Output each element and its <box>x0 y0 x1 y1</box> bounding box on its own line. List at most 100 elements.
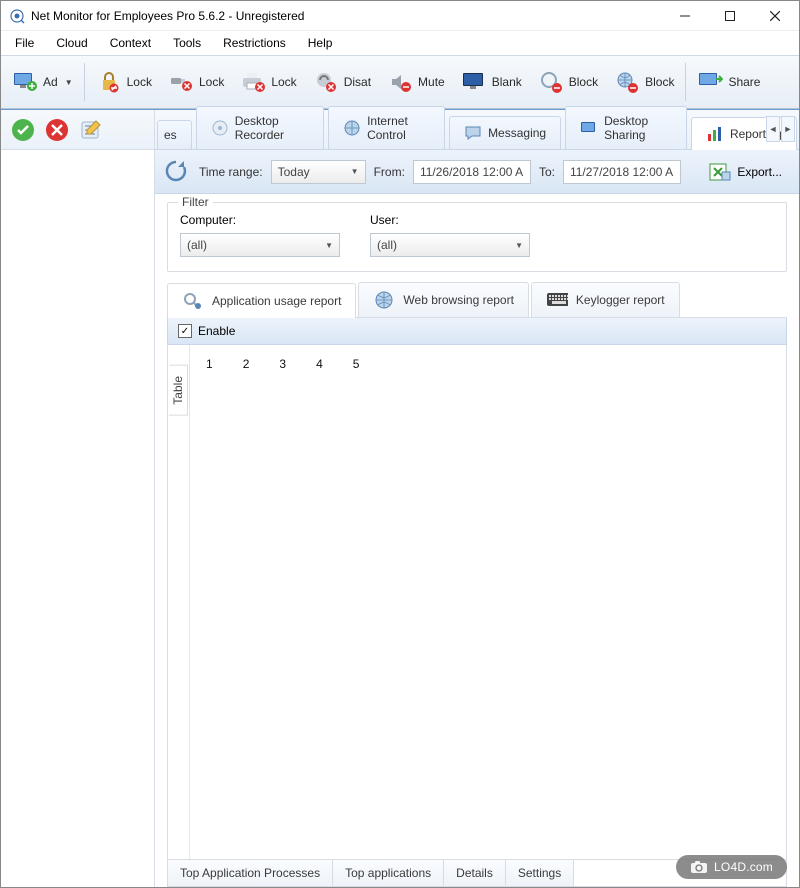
from-input[interactable]: 11/26/2018 12:00 A <box>413 160 531 184</box>
minimize-button[interactable] <box>662 2 707 30</box>
btab-top-applications[interactable]: Top applications <box>333 860 444 886</box>
toolbar-lock1-button[interactable]: Lock <box>89 64 159 100</box>
tab-scroll-left[interactable]: ◄ <box>766 116 780 142</box>
tab-scroll: ◄ ► <box>766 116 795 142</box>
accept-button[interactable] <box>9 116 37 144</box>
toolbar-lock1-label: Lock <box>127 75 152 89</box>
menubar: File Cloud Context Tools Restrictions He… <box>1 31 799 55</box>
tab-truncated-label: es <box>164 128 177 142</box>
menu-cloud[interactable]: Cloud <box>46 33 97 53</box>
tab-internet-control[interactable]: Internet Control <box>328 106 445 149</box>
tab-truncated[interactable]: es <box>157 120 192 149</box>
toolbar-lock3-button[interactable]: Lock <box>233 64 303 100</box>
tab-scroll-right[interactable]: ► <box>781 116 795 142</box>
right-panel: es Desktop Recorder Internet Control Mes… <box>155 110 799 887</box>
mute-icon <box>387 69 413 95</box>
chevron-down-icon: ▼ <box>325 241 333 250</box>
menu-file[interactable]: File <box>5 33 44 53</box>
from-label: From: <box>374 165 405 179</box>
reject-button[interactable] <box>43 116 71 144</box>
toolbar-separator <box>84 63 85 101</box>
time-range-value: Today <box>278 165 310 179</box>
table-side-tab[interactable]: Table <box>168 345 190 859</box>
table-grid[interactable]: 1 2 3 4 5 <box>190 345 786 859</box>
toolbar-block1-button[interactable]: Block <box>531 64 605 100</box>
toolbar-blank-label: Blank <box>492 75 522 89</box>
table-area: Table 1 2 3 4 5 <box>167 345 787 860</box>
main-toolbar: Ad ▼ Lock Lock Lock Disat Mute Blank Blo… <box>1 55 799 109</box>
tab-desktop-recorder[interactable]: Desktop Recorder <box>196 106 324 149</box>
computer-combo[interactable]: (all) ▼ <box>180 233 340 257</box>
menu-tools[interactable]: Tools <box>163 33 211 53</box>
time-range-label: Time range: <box>199 165 263 179</box>
titlebar: Net Monitor for Employees Pro 5.6.2 - Un… <box>1 1 799 31</box>
tab-desktop-sharing[interactable]: Desktop Sharing <box>565 106 687 149</box>
padlock-icon <box>96 69 122 95</box>
user-label: User: <box>370 213 530 227</box>
dropdown-caret-icon: ▼ <box>65 78 73 87</box>
export-button[interactable]: Export... <box>700 158 791 186</box>
chevron-down-icon: ▼ <box>351 167 359 176</box>
filter-title: Filter <box>178 195 213 209</box>
btab-settings[interactable]: Settings <box>506 860 574 886</box>
enable-bar: ✓ Enable <box>167 318 787 345</box>
chart-icon <box>706 125 724 143</box>
rtab-application-usage-label: Application usage report <box>212 294 341 308</box>
table-columns: 1 2 3 4 5 <box>202 357 774 371</box>
col-2: 2 <box>243 357 250 371</box>
recorder-icon <box>211 119 229 137</box>
chat-icon <box>464 124 482 142</box>
globe-icon <box>373 291 395 309</box>
tab-messaging[interactable]: Messaging <box>449 116 561 149</box>
user-value: (all) <box>377 238 397 252</box>
to-input[interactable]: 11/27/2018 12:00 A <box>563 160 681 184</box>
btab-top-processes[interactable]: Top Application Processes <box>168 860 333 886</box>
toolbar-add-label: Ad <box>43 75 58 89</box>
edit-list-button[interactable] <box>77 116 105 144</box>
col-1: 1 <box>206 357 213 371</box>
time-range-combo[interactable]: Today ▼ <box>271 160 366 184</box>
toolbar-mute-button[interactable]: Mute <box>380 64 452 100</box>
toolbar-block2-button[interactable]: Block <box>607 64 681 100</box>
rtab-application-usage[interactable]: Application usage report <box>167 283 356 318</box>
enable-label: Enable <box>198 324 235 338</box>
toolbar-mute-label: Mute <box>418 75 445 89</box>
sharing-icon <box>580 119 598 137</box>
toolbar-lock2-label: Lock <box>199 75 224 89</box>
toolbar-add-button[interactable]: Ad ▼ <box>5 64 80 100</box>
tab-desktop-sharing-label: Desktop Sharing <box>604 114 672 142</box>
toolbar-share-button[interactable]: Share <box>690 64 767 100</box>
rtab-keylogger[interactable]: Keylogger report <box>531 282 680 317</box>
menu-restrictions[interactable]: Restrictions <box>213 33 296 53</box>
report-tabs: Application usage report Web browsing re… <box>167 282 787 318</box>
magnifier-gear-icon <box>182 292 204 310</box>
btab-details[interactable]: Details <box>444 860 506 886</box>
maximize-button[interactable] <box>707 2 752 30</box>
to-value: 11/27/2018 12:00 A <box>570 165 673 179</box>
close-button[interactable] <box>752 2 797 30</box>
usb-lock-icon <box>168 69 194 95</box>
disable-icon <box>313 69 339 95</box>
toolbar-disable-button[interactable]: Disat <box>306 64 378 100</box>
export-label: Export... <box>737 165 782 179</box>
toolbar-separator <box>685 63 686 101</box>
rtab-web-browsing[interactable]: Web browsing report <box>358 282 529 317</box>
menu-help[interactable]: Help <box>298 33 343 53</box>
refresh-button[interactable] <box>163 158 191 186</box>
col-4: 4 <box>316 357 323 371</box>
toolbar-blank-button[interactable]: Blank <box>454 64 529 100</box>
toolbar-lock2-button[interactable]: Lock <box>161 64 231 100</box>
col-3: 3 <box>279 357 286 371</box>
left-panel <box>1 110 155 887</box>
menu-context[interactable]: Context <box>100 33 161 53</box>
computer-value: (all) <box>187 238 207 252</box>
excel-icon <box>709 162 731 182</box>
rtab-keylogger-label: Keylogger report <box>576 293 665 307</box>
camera-icon <box>690 860 708 874</box>
computer-list[interactable] <box>1 150 154 887</box>
col-5: 5 <box>353 357 360 371</box>
monitor-add-icon <box>12 69 38 95</box>
user-combo[interactable]: (all)▼ <box>370 233 530 257</box>
enable-checkbox[interactable]: ✓ <box>178 324 192 338</box>
filter-group: Filter Computer: (all)▼ User: (all)▼ <box>167 202 787 272</box>
